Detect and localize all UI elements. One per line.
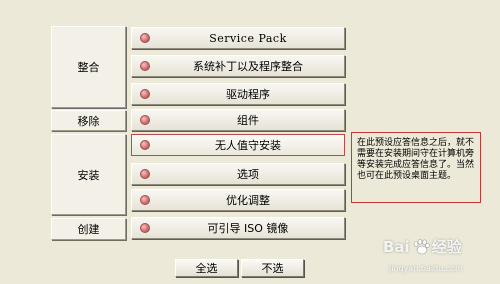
row-service-pack[interactable]: Service Pack — [131, 27, 345, 49]
group-integrate-label: 整合 — [77, 61, 100, 74]
description-text: 在此预设应答信息之后，就不需要在安装期间守在计算机旁等安装完成应答信息了。当然也… — [357, 138, 475, 181]
select-all-label: 全选 — [195, 262, 218, 275]
row-bootable-iso[interactable]: 可引导 ISO 镜像 — [131, 217, 345, 239]
row-label: 系统补丁以及程序整合 — [193, 60, 303, 73]
group-install: 安装 — [51, 134, 126, 215]
watermark-brand-left: Bai — [383, 237, 410, 256]
select-all-button[interactable]: 全选 — [175, 259, 238, 277]
group-create-label: 创建 — [77, 223, 100, 236]
row-drivers[interactable]: 驱动程序 — [131, 83, 345, 105]
paw-logo-icon — [413, 238, 430, 254]
row-label: 驱动程序 — [226, 88, 270, 101]
row-options[interactable]: 选项 — [131, 163, 345, 185]
description-box: 在此预设应答信息之后，就不需要在安装期间守在计算机旁等安装完成应答信息了。当然也… — [351, 132, 481, 203]
row-tweaks[interactable]: 优化调整 — [131, 189, 345, 211]
watermark-brand-right: 经验 — [431, 238, 462, 256]
indicator-dot-icon — [140, 169, 150, 179]
group-integrate: 整合 — [51, 26, 126, 108]
row-label: 组件 — [237, 114, 259, 127]
indicator-dot-icon — [140, 223, 150, 233]
group-remove: 移除 — [51, 110, 126, 131]
indicator-dot-icon — [140, 195, 150, 205]
baidu-jingyan-watermark: Bai 经验 jingyan.baidu.com — [383, 236, 495, 282]
row-components[interactable]: 组件 — [131, 109, 345, 131]
row-hotfix-integration[interactable]: 系统补丁以及程序整合 — [131, 55, 345, 77]
indicator-dot-icon — [140, 61, 150, 71]
indicator-dot-icon — [140, 89, 150, 99]
row-label: 可引导 ISO 镜像 — [207, 222, 289, 235]
group-create: 创建 — [51, 218, 126, 240]
group-remove-label: 移除 — [77, 114, 100, 128]
watermark-url: jingyan.baidu.com — [389, 264, 463, 273]
row-unattended-setup[interactable]: 无人值守安装 — [131, 134, 345, 156]
indicator-dot-icon — [140, 115, 150, 125]
indicator-dot-icon — [140, 140, 150, 150]
select-none-label: 不选 — [261, 262, 284, 275]
indicator-dot-icon — [140, 33, 150, 43]
row-label: 选项 — [237, 168, 259, 181]
row-label: 优化调整 — [226, 194, 270, 207]
group-install-label: 安装 — [77, 168, 100, 182]
row-label: 无人值守安装 — [215, 139, 281, 152]
row-label: Service Pack — [209, 31, 287, 45]
select-none-button[interactable]: 不选 — [241, 259, 304, 277]
